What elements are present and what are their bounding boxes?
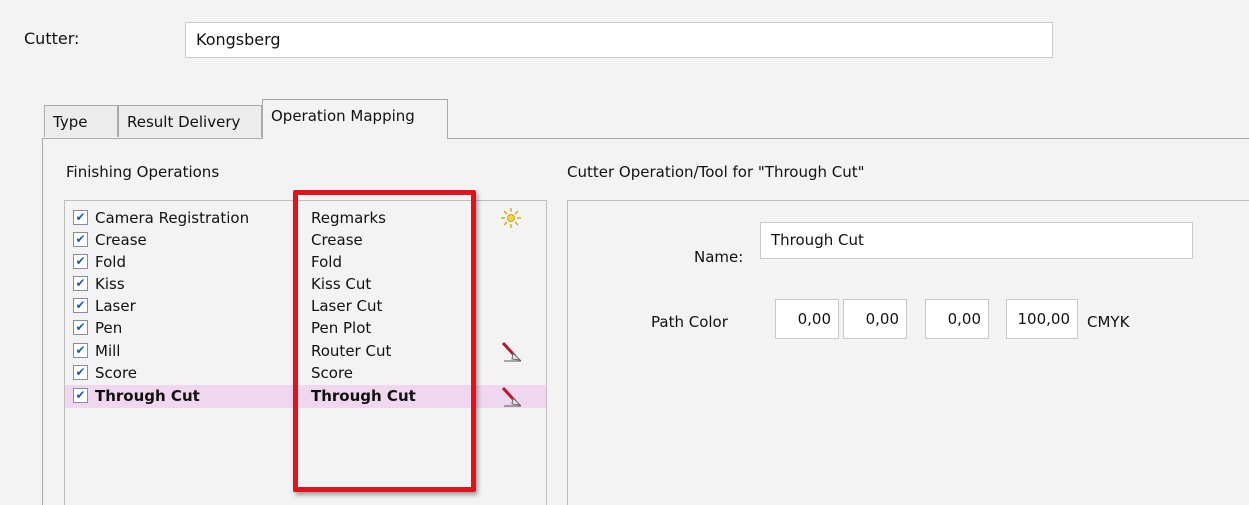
- tab-result-delivery[interactable]: Result Delivery: [118, 105, 262, 137]
- operation-name: Mill: [95, 342, 121, 360]
- color-model-label: CMYK: [1087, 313, 1130, 331]
- name-label: Name:: [694, 248, 744, 266]
- cyan-field[interactable]: 0,00: [775, 299, 839, 339]
- highlight-box: [293, 190, 476, 492]
- cutter-field[interactable]: Kongsberg: [185, 22, 1053, 58]
- checkbox[interactable]: ✔: [73, 210, 88, 225]
- cutter-label: Cutter:: [24, 29, 80, 48]
- yellow-field[interactable]: 0,00: [925, 299, 989, 339]
- cutter-operation-header: Cutter Operation/Tool for "Through Cut": [567, 163, 865, 181]
- operation-name: Through Cut: [95, 387, 200, 405]
- operation-name: Laser: [95, 297, 136, 315]
- operation-name: Camera Registration: [95, 209, 250, 227]
- tab-operation-mapping[interactable]: Operation Mapping: [262, 99, 448, 139]
- sun-icon: [500, 207, 522, 229]
- checkbox[interactable]: ✔: [73, 232, 88, 247]
- operation-name: Crease: [95, 231, 147, 249]
- checkbox[interactable]: ✔: [73, 365, 88, 380]
- operation-name: Pen: [95, 319, 123, 337]
- operation-name: Kiss: [95, 275, 125, 293]
- operation-name: Fold: [95, 253, 126, 271]
- finishing-operations-header: Finishing Operations: [66, 163, 220, 181]
- knife-tool-icon: [500, 385, 522, 407]
- path-color-label: Path Color: [651, 313, 728, 331]
- checkbox[interactable]: ✔: [73, 298, 88, 313]
- tab-type[interactable]: Type: [44, 105, 118, 137]
- checkbox[interactable]: ✔: [73, 320, 88, 335]
- checkbox[interactable]: ✔: [73, 276, 88, 291]
- operation-name-field[interactable]: Through Cut: [760, 222, 1193, 259]
- magenta-field[interactable]: 0,00: [843, 299, 907, 339]
- checkbox[interactable]: ✔: [73, 388, 88, 403]
- checkbox[interactable]: ✔: [73, 254, 88, 269]
- checkbox[interactable]: ✔: [73, 343, 88, 358]
- knife-tool-icon: [500, 340, 522, 362]
- operation-name: Score: [95, 364, 138, 382]
- black-field[interactable]: 100,00: [1006, 299, 1078, 339]
